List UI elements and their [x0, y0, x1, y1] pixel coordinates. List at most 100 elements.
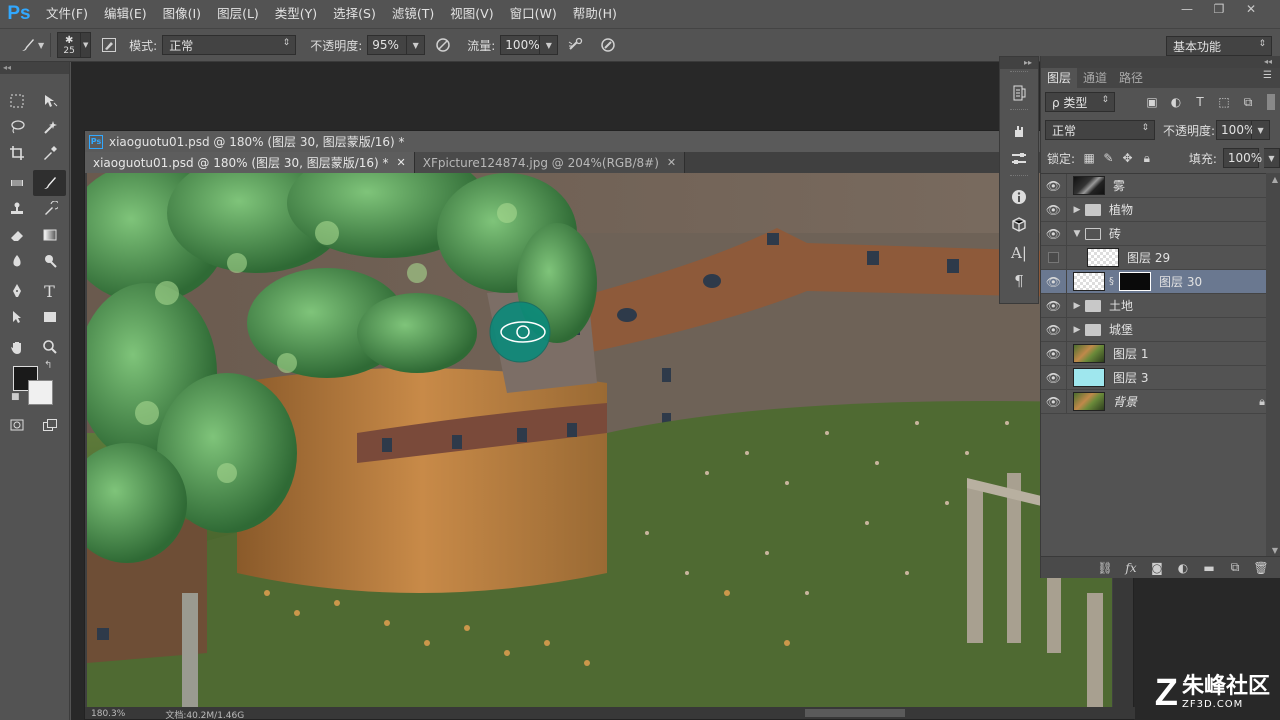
move-tool-icon[interactable]	[33, 88, 66, 114]
adjustment-layer-icon[interactable]: ◐	[1175, 561, 1191, 575]
scroll-up-icon[interactable]: ▲	[1272, 175, 1278, 184]
swap-colors-icon[interactable]: ↰	[44, 360, 52, 371]
magic-wand-tool-icon[interactable]	[33, 114, 66, 140]
collapse-arrow-icon[interactable]: ▼	[1071, 229, 1083, 239]
tools-grip[interactable]	[0, 74, 69, 88]
adjustments-icon[interactable]	[1000, 145, 1038, 173]
delete-layer-icon[interactable]: 🗑︎	[1253, 561, 1269, 575]
lock-all-icon[interactable]: 🔒︎	[1140, 151, 1154, 166]
paragraph-panel-icon[interactable]: ¶	[1000, 267, 1038, 295]
layer-filter-select[interactable]: ρ 类型 ⇕	[1045, 92, 1115, 112]
visibility-eye-icon[interactable]: 👁︎	[1041, 197, 1067, 222]
tab-xfpicture[interactable]: XFpicture124874.jpg @ 204%(RGB/8#) ✕	[414, 152, 686, 173]
tool-presets-icon[interactable]	[1000, 117, 1038, 145]
layer-group-row[interactable]: 👁︎ ▶ 植物	[1041, 197, 1280, 222]
quick-mask-icon[interactable]	[0, 412, 33, 438]
workspace-select[interactable]: 基本功能 ⇕	[1166, 36, 1272, 56]
brush-preset-icon[interactable]	[16, 33, 40, 57]
rectangle-tool-icon[interactable]	[33, 304, 66, 330]
expand-arrow-icon[interactable]: ▶	[1071, 301, 1083, 311]
tab-channels[interactable]: 通道	[1077, 68, 1113, 88]
clone-stamp-tool-icon[interactable]	[0, 196, 33, 222]
fill-input[interactable]: 100%	[1222, 148, 1262, 168]
brush-tool-icon[interactable]	[33, 170, 66, 196]
close-button[interactable]: ✕	[1236, 0, 1266, 18]
layer-row[interactable]: 👁︎ 图层 1	[1041, 341, 1280, 366]
eraser-tool-icon[interactable]	[0, 222, 33, 248]
layer-group-row[interactable]: 👁︎ ▶ 土地	[1041, 293, 1280, 318]
layer-row-selected[interactable]: 👁︎ § 图层 30	[1041, 269, 1280, 294]
brush-size-picker[interactable]: ✱ 25 ▼	[57, 32, 92, 58]
document-size[interactable]: 文档:40.2M/1.46G	[165, 708, 244, 720]
opacity-input[interactable]: 95%	[367, 35, 408, 55]
flow-input[interactable]: 100%	[500, 35, 541, 55]
layer-thumbnail[interactable]	[1073, 272, 1105, 291]
layer-group-row[interactable]: 👁︎ ▶ 城堡	[1041, 317, 1280, 342]
brush-size-preview[interactable]: ✱ 25	[57, 32, 82, 58]
restore-button[interactable]: ❐	[1204, 0, 1234, 18]
layer-blend-select[interactable]: 正常 ⇕	[1045, 120, 1155, 140]
expand-arrow-icon[interactable]: ▶	[1071, 205, 1083, 215]
history-brush-tool-icon[interactable]	[33, 196, 66, 222]
crop-tool-icon[interactable]	[0, 140, 33, 166]
lock-icon[interactable]: 🔒︎	[1259, 395, 1265, 409]
layers-panel-collapse-icon[interactable]: ◂◂	[1041, 56, 1280, 68]
zoom-tool-icon[interactable]	[33, 334, 66, 360]
brush-panel-toggle-icon[interactable]	[97, 33, 121, 57]
menu-type[interactable]: 类型(Y)	[267, 0, 325, 28]
dodge-tool-icon[interactable]	[33, 248, 66, 274]
canvas[interactable]	[87, 173, 1112, 710]
eyedropper-tool-icon[interactable]	[33, 140, 66, 166]
marquee-tool-icon[interactable]	[0, 88, 33, 114]
tab-xiaoguotu01[interactable]: xiaoguotu01.psd @ 180% (图层 30, 图层蒙版/16) …	[85, 152, 415, 173]
lock-transparent-icon[interactable]: ▦	[1082, 151, 1096, 165]
history-panel-icon[interactable]	[1000, 79, 1038, 107]
pressure-opacity-icon[interactable]	[431, 33, 455, 57]
info-panel-icon[interactable]	[1000, 183, 1038, 211]
path-selection-tool-icon[interactable]	[0, 304, 33, 330]
background-color[interactable]	[28, 380, 53, 405]
dock-collapse-icon[interactable]: ▸▸	[1000, 57, 1038, 69]
brush-size-dropdown-icon[interactable]: ▼	[81, 32, 92, 58]
fill-dropdown-icon[interactable]: ▼	[1263, 148, 1280, 168]
flow-dropdown-icon[interactable]: ▼	[540, 35, 559, 55]
minimize-button[interactable]: —	[1172, 0, 1202, 18]
ps-logo[interactable]: Ps	[0, 0, 38, 28]
horizontal-scroll-thumb[interactable]	[805, 709, 905, 717]
dock-grip[interactable]	[1010, 109, 1028, 115]
airbrush-icon[interactable]	[564, 33, 588, 57]
tab-paths[interactable]: 路径	[1113, 68, 1149, 88]
layer-row[interactable]: 👁︎ 雾	[1041, 173, 1280, 198]
layer-mask-thumbnail[interactable]	[1119, 272, 1151, 291]
filter-type-icon[interactable]: T	[1191, 95, 1209, 109]
zoom-level[interactable]: 180.3%	[91, 709, 125, 719]
layer-opacity-input[interactable]: 100%	[1216, 120, 1255, 140]
scroll-down-icon[interactable]: ▼	[1272, 546, 1278, 555]
screen-mode-icon[interactable]	[33, 412, 66, 438]
default-colors-icon[interactable]: ■	[11, 392, 20, 402]
visibility-eye-icon[interactable]: 👁︎	[1041, 365, 1067, 390]
layer-group-row[interactable]: 👁︎ ▼ 砖	[1041, 221, 1280, 246]
brush-preset-arrow-icon[interactable]: ▼	[38, 41, 44, 50]
document-titlebar[interactable]: Ps xiaoguotu01.psd @ 180% (图层 30, 图层蒙版/1…	[85, 131, 1133, 152]
menu-layer[interactable]: 图层(L)	[209, 0, 267, 28]
pen-tool-icon[interactable]	[0, 278, 33, 304]
menu-select[interactable]: 选择(S)	[325, 0, 384, 28]
menu-file[interactable]: 文件(F)	[38, 0, 96, 28]
hand-tool-icon[interactable]	[0, 334, 33, 360]
tab-layers[interactable]: 图层	[1041, 68, 1078, 88]
mode-select[interactable]: 正常 ⇕	[162, 35, 297, 55]
opacity-dropdown-icon[interactable]: ▼	[407, 35, 426, 55]
menu-help[interactable]: 帮助(H)	[565, 0, 625, 28]
close-tab-icon[interactable]: ✕	[667, 156, 676, 169]
lock-image-icon[interactable]: ✎	[1101, 151, 1115, 165]
visibility-toggle-off[interactable]	[1041, 245, 1067, 270]
gradient-tool-icon[interactable]	[33, 222, 66, 248]
new-layer-icon[interactable]: ⧉	[1227, 560, 1243, 575]
tools-panel-collapse-icon[interactable]: ◂◂	[0, 62, 69, 74]
blur-tool-icon[interactable]	[0, 248, 33, 274]
visibility-eye-icon[interactable]: 👁︎	[1041, 341, 1067, 366]
mask-link-icon[interactable]: §	[1109, 276, 1117, 287]
panel-menu-icon[interactable]: ☰	[1263, 70, 1272, 81]
menu-filter[interactable]: 滤镜(T)	[384, 0, 442, 28]
